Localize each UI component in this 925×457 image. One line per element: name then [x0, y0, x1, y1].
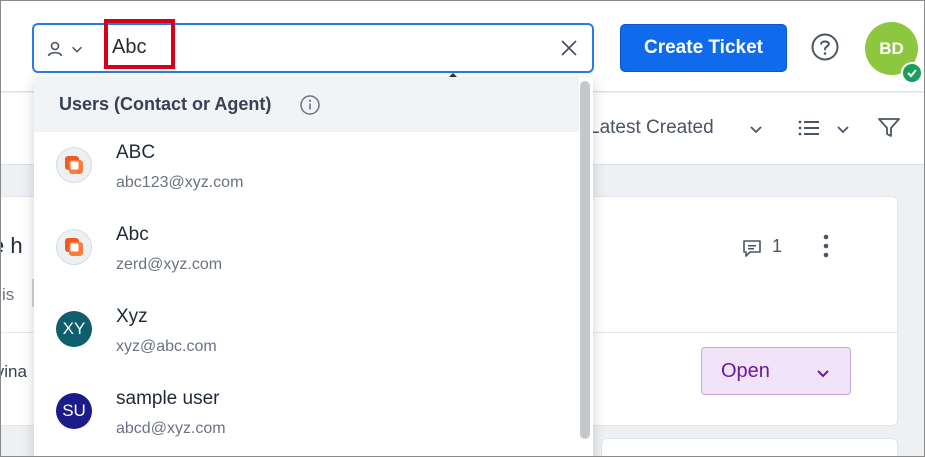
- chevron-down-icon[interactable]: [835, 121, 851, 137]
- result-name: Xyz: [116, 306, 148, 327]
- highlight-box: [104, 19, 175, 69]
- chevron-down-icon: [817, 370, 829, 378]
- info-icon[interactable]: [299, 94, 321, 116]
- result-email: abcd@xyz.com: [116, 420, 226, 437]
- online-status-icon: [901, 62, 923, 84]
- search-results-dropdown: Users (Contact or Agent) ABC abc123@xyz.…: [34, 77, 593, 456]
- requester-name: ivina: [1, 362, 27, 381]
- search-result-item[interactable]: XY Xyz xyz@abc.com: [34, 296, 579, 378]
- result-email: abc123@xyz.com: [116, 174, 244, 191]
- comment-icon: [743, 240, 761, 257]
- contact-logo-icon: [56, 147, 92, 183]
- result-email: xyz@abc.com: [116, 338, 217, 355]
- list-view-icon[interactable]: [797, 118, 821, 138]
- filter-icon[interactable]: [876, 115, 902, 141]
- result-name: sample user: [116, 388, 220, 409]
- ticket-title[interactable]: e h: [1, 233, 23, 259]
- close-icon[interactable]: [558, 37, 580, 59]
- user-icon: [47, 41, 63, 57]
- contact-logo-icon: [56, 229, 92, 265]
- result-name: Abc: [116, 224, 149, 245]
- create-ticket-button[interactable]: Create Ticket: [620, 24, 787, 72]
- chevron-down-icon: [72, 46, 82, 53]
- scrollbar[interactable]: [580, 81, 590, 439]
- help-icon[interactable]: [810, 32, 840, 62]
- status-label: Open: [721, 360, 770, 382]
- ticket-card[interactable]: [601, 438, 898, 456]
- results-section-header: Users (Contact or Agent): [34, 77, 579, 132]
- initials-avatar: XY: [56, 311, 92, 347]
- search-result-item[interactable]: SU sample user abcd@xyz.com: [34, 378, 579, 456]
- search-result-item[interactable]: ABC abc123@xyz.com: [34, 132, 579, 214]
- app-window: Latest Created e h is 1 ivina Open: [0, 0, 925, 457]
- status-dropdown[interactable]: Open: [701, 347, 851, 395]
- result-email: zerd@xyz.com: [116, 256, 223, 273]
- initials-avatar: SU: [56, 393, 92, 429]
- ticket-subtitle: is: [2, 285, 15, 304]
- search-scope-selector[interactable]: [46, 35, 106, 63]
- more-options-icon[interactable]: [822, 233, 830, 259]
- section-title: Users (Contact or Agent): [59, 94, 272, 114]
- comment-count: 1: [772, 236, 783, 256]
- sort-dropdown-label[interactable]: Latest Created: [589, 117, 714, 139]
- chevron-down-icon[interactable]: [748, 121, 764, 137]
- search-result-item[interactable]: Abc zerd@xyz.com: [34, 214, 579, 296]
- result-name: ABC: [116, 142, 156, 163]
